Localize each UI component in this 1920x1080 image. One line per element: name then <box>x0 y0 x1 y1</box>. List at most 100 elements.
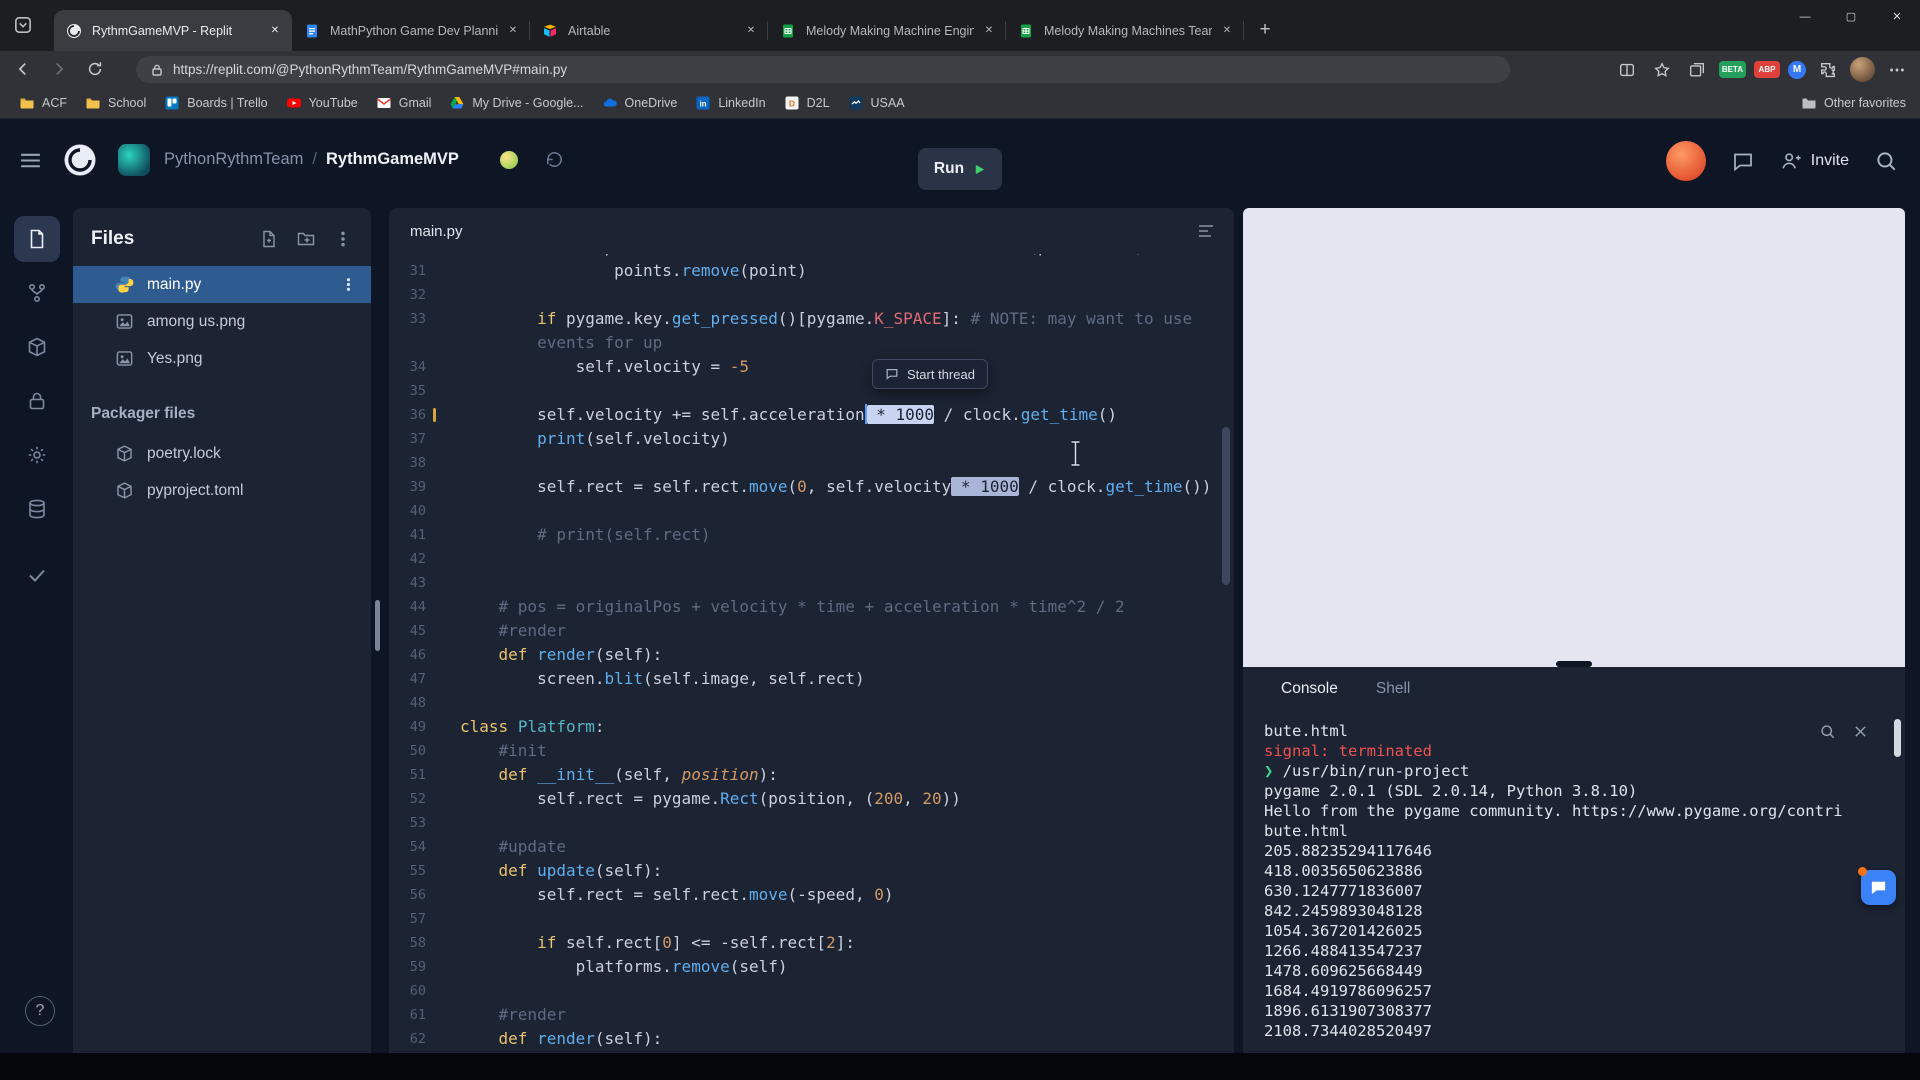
code-line[interactable]: 34 self.velocity = -5 <box>389 355 1234 379</box>
code-line[interactable]: 44 # pos = originalPos + velocity * time… <box>389 595 1234 619</box>
files-menu-icon[interactable] <box>333 229 353 249</box>
code-line[interactable]: 47 screen.blit(self.image, self.rect) <box>389 667 1234 691</box>
extensions-menu-icon[interactable] <box>1815 57 1841 83</box>
code-line[interactable]: 57 <box>389 907 1234 931</box>
browser-tab[interactable]: Melody Making Machine Engine...✕ <box>768 10 1006 51</box>
favorites-icon[interactable] <box>1649 57 1675 83</box>
code-line[interactable]: 62 def render(self): <box>389 1027 1234 1051</box>
browser-tab[interactable]: Melody Making Machines Team...✕ <box>1006 10 1244 51</box>
code-line[interactable]: 49class Platform: <box>389 715 1234 739</box>
replit-logo[interactable] <box>62 142 98 178</box>
chat-icon[interactable] <box>1731 149 1755 173</box>
feedback-chat-button[interactable] <box>1861 870 1896 905</box>
code-line[interactable]: 56 self.rect = self.rect.move(-speed, 0) <box>389 883 1234 907</box>
code-line[interactable]: 48 <box>389 691 1234 715</box>
code-line[interactable]: 32 <box>389 283 1234 307</box>
address-bar[interactable]: https://replit.com/@PythonRythmTeam/Ryth… <box>136 56 1510 83</box>
code-line[interactable]: 53 <box>389 811 1234 835</box>
tab-close-icon[interactable]: ✕ <box>980 22 998 40</box>
forward-button[interactable] <box>46 56 72 82</box>
code-line[interactable]: 38 <box>389 451 1234 475</box>
bookmark-item[interactable]: YouTube <box>277 92 367 114</box>
file-item[interactable]: main.py <box>73 266 371 303</box>
refresh-button[interactable] <box>82 56 108 82</box>
bookmark-item[interactable]: Gmail <box>367 92 441 114</box>
rail-packages-button[interactable] <box>14 324 60 370</box>
bookmark-item[interactable]: School <box>76 92 155 114</box>
new-folder-icon[interactable] <box>296 229 316 249</box>
help-button[interactable]: ? <box>25 996 55 1026</box>
collections-icon[interactable] <box>1684 57 1710 83</box>
minimize-button[interactable]: — <box>1782 0 1828 33</box>
tab-close-icon[interactable]: ✕ <box>266 22 284 40</box>
team-avatar[interactable] <box>118 144 150 176</box>
code-line[interactable]: 41 # print(self.rect) <box>389 523 1234 547</box>
rail-checks-button[interactable] <box>14 552 60 598</box>
start-thread-button[interactable]: Start thread <box>872 359 988 389</box>
console-search-icon[interactable] <box>1819 723 1836 740</box>
browser-tab[interactable]: Airtable✕ <box>530 10 768 51</box>
bookmark-item[interactable]: DD2L <box>775 92 839 114</box>
code-line[interactable]: 55 def update(self): <box>389 859 1234 883</box>
console-scrollbar[interactable] <box>1894 719 1901 757</box>
game-output-display[interactable] <box>1243 208 1905 667</box>
team-name-link[interactable]: PythonRythmTeam <box>164 150 303 168</box>
editor-scrollbar[interactable] <box>1222 427 1230 585</box>
code-line[interactable]: 60 <box>389 979 1234 1003</box>
code-line[interactable]: events for up <box>389 331 1234 355</box>
code-line[interactable]: 51 def __init__(self, position): <box>389 763 1234 787</box>
code-line[interactable]: 33 if pygame.key.get_pressed()[pygame.K_… <box>389 307 1234 331</box>
invite-button[interactable]: Invite <box>1780 150 1849 172</box>
file-item[interactable]: Yes.png <box>73 340 371 377</box>
new-file-icon[interactable] <box>259 229 279 249</box>
bookmark-item[interactable]: My Drive - Google... <box>440 92 592 114</box>
extension-beta-icon[interactable]: BETA <box>1719 61 1746 78</box>
code-line[interactable]: 61 #render <box>389 1003 1234 1027</box>
tab-close-icon[interactable]: ✕ <box>742 22 760 40</box>
browser-menu-icon[interactable] <box>1884 57 1910 83</box>
rail-database-button[interactable] <box>14 486 60 532</box>
menu-icon[interactable] <box>18 148 43 173</box>
code-line[interactable]: 50 #init <box>389 739 1234 763</box>
code-line[interactable]: 46 def render(self): <box>389 643 1234 667</box>
rail-files-button[interactable] <box>14 216 60 262</box>
tab-close-icon[interactable]: ✕ <box>504 22 522 40</box>
code-line[interactable]: 39 self.rect = self.rect.move(0, self.ve… <box>389 475 1234 499</box>
tab-actions-icon[interactable] <box>12 14 34 36</box>
code-line[interactable]: 43 <box>389 571 1234 595</box>
packager-file-item[interactable]: pyproject.toml <box>73 472 371 509</box>
code-area[interactable]: 30 if point.rect != None and self.rect.c… <box>389 254 1234 1053</box>
browser-tab[interactable]: MathPython Game Dev Planning✕ <box>292 10 530 51</box>
code-line[interactable]: 31 points.remove(point) <box>389 259 1234 283</box>
code-line[interactable]: 40 <box>389 499 1234 523</box>
tab-console[interactable]: Console <box>1281 680 1338 698</box>
user-avatar[interactable] <box>1666 141 1706 181</box>
code-line[interactable]: 36 self.velocity += self.acceleration * … <box>389 403 1234 427</box>
code-line[interactable]: 59 platforms.remove(self) <box>389 955 1234 979</box>
extension-abp-icon[interactable]: ABP <box>1754 61 1780 78</box>
console-output[interactable]: bute.htmlsignal: terminated❯ /usr/bin/ru… <box>1243 711 1905 1053</box>
rail-secrets-button[interactable] <box>14 378 60 424</box>
file-menu-icon[interactable] <box>340 276 357 293</box>
file-item[interactable]: among us.png <box>73 303 371 340</box>
console-clear-icon[interactable] <box>1852 723 1869 740</box>
packager-file-item[interactable]: poetry.lock <box>73 435 371 472</box>
code-line[interactable]: 52 self.rect = pygame.Rect(position, (20… <box>389 787 1234 811</box>
bookmark-item[interactable]: inLinkedIn <box>686 92 774 114</box>
code-line[interactable]: 45 #render <box>389 619 1234 643</box>
bookmark-item[interactable]: USAA <box>839 92 914 114</box>
new-tab-button[interactable]: + <box>1252 17 1278 43</box>
history-icon[interactable] <box>544 149 565 170</box>
search-icon[interactable] <box>1874 149 1898 173</box>
split-screen-icon[interactable] <box>1614 57 1640 83</box>
code-line[interactable]: 37 print(self.velocity) <box>389 427 1234 451</box>
code-line[interactable]: 58 if self.rect[0] <= -self.rect[2]: <box>389 931 1234 955</box>
browser-profile-avatar[interactable] <box>1850 57 1875 82</box>
other-favorites-button[interactable]: Other favorites <box>1801 95 1906 111</box>
code-line[interactable]: 54 #update <box>389 835 1234 859</box>
tab-close-icon[interactable]: ✕ <box>1218 22 1236 40</box>
repl-status-icon[interactable] <box>500 151 518 169</box>
rail-settings-button[interactable] <box>14 432 60 478</box>
browser-tab[interactable]: RythmGameMVP - Replit✕ <box>54 10 292 51</box>
bookmark-item[interactable]: ACF <box>10 92 76 114</box>
